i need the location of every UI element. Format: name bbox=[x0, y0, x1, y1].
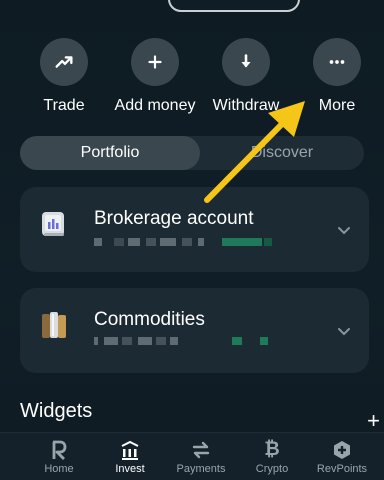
commodities-bars-icon bbox=[40, 310, 68, 340]
brokerage-chart-icon bbox=[40, 209, 68, 239]
nav-home-label: Home bbox=[44, 463, 74, 475]
invest-chart-icon bbox=[92, 439, 168, 461]
brokerage-title: Brokerage account bbox=[94, 208, 254, 229]
withdraw-label: Withdraw bbox=[212, 97, 280, 114]
add-money-label: Add money bbox=[114, 97, 196, 114]
commodities-card[interactable]: Commodities bbox=[20, 288, 369, 373]
add-money-action[interactable]: Add money bbox=[110, 38, 200, 115]
trade-label: Trade bbox=[43, 97, 85, 114]
portfolio-discover-switch: Portfolio Discover bbox=[20, 136, 364, 170]
invest-screen: Trade Add money Withdraw More Portfolio … bbox=[0, 0, 384, 480]
swap-arrows-icon bbox=[163, 439, 239, 461]
chevron-down-icon bbox=[338, 227, 350, 235]
add-widget-button[interactable]: + bbox=[367, 408, 380, 434]
revolut-r-icon bbox=[21, 439, 97, 461]
chevron-down-icon bbox=[338, 328, 350, 336]
nav-payments-label: Payments bbox=[176, 463, 226, 475]
trend-up-icon bbox=[40, 38, 88, 86]
quick-actions: Trade Add money Withdraw More bbox=[0, 38, 384, 120]
commodities-masked-balance bbox=[94, 337, 284, 345]
nav-revpoints-label: RevPoints bbox=[316, 463, 368, 475]
nav-revpoints[interactable]: RevPoints bbox=[304, 439, 380, 475]
nav-payments[interactable]: Payments bbox=[163, 439, 239, 475]
revpoints-hex-icon bbox=[304, 439, 380, 461]
plus-icon bbox=[131, 38, 179, 86]
nav-invest-label: Invest bbox=[115, 463, 145, 475]
tab-portfolio[interactable]: Portfolio bbox=[20, 136, 200, 170]
widgets-heading: Widgets bbox=[20, 400, 93, 422]
more-label: More bbox=[318, 97, 356, 114]
commodities-title: Commodities bbox=[94, 309, 205, 330]
nav-crypto-label: Crypto bbox=[255, 463, 289, 475]
bitcoin-icon: ₿ bbox=[264, 439, 280, 460]
tab-discover[interactable]: Discover bbox=[200, 136, 364, 170]
more-action[interactable]: More bbox=[292, 38, 382, 115]
top-search-pill[interactable] bbox=[168, 0, 300, 12]
nav-home[interactable]: Home bbox=[21, 439, 97, 475]
nav-invest[interactable]: Invest bbox=[92, 439, 168, 475]
brokerage-account-card[interactable]: Brokerage account bbox=[20, 187, 369, 272]
arrow-down-icon bbox=[222, 38, 270, 86]
more-dots-icon bbox=[313, 38, 361, 86]
brokerage-masked-balance bbox=[94, 238, 284, 246]
bottom-navigation: Home Invest Payments ₿ Crypto RevPoints bbox=[0, 432, 384, 480]
nav-crypto[interactable]: ₿ Crypto bbox=[234, 439, 310, 475]
trade-action[interactable]: Trade bbox=[19, 38, 109, 115]
withdraw-action[interactable]: Withdraw bbox=[201, 38, 291, 115]
